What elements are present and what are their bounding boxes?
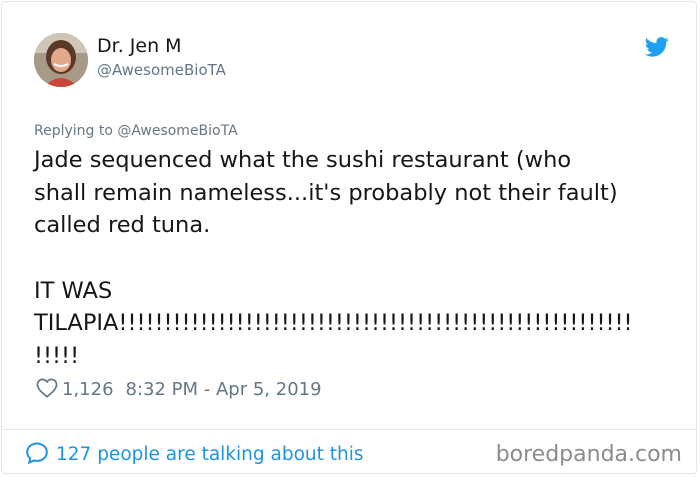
tweet-line: IT WAS [34,277,113,304]
tweet-line: !!!!! [34,343,80,370]
timestamp[interactable]: 8:32 PM - Apr 5, 2019 [126,379,322,400]
tweet-card: Dr. Jen M @AwesomeBioTA Replying to @Awe… [1,1,697,474]
avatar-photo [34,33,88,87]
watermark: boredpanda.com [495,442,682,467]
conversation-text: 127 people are talking about this [56,444,364,465]
conversation-link[interactable]: 127 people are talking about this [25,441,364,467]
tweet-text: Jade sequenced what the sushi restaurant… [34,144,674,373]
heart-icon[interactable] [36,378,58,398]
divider [2,429,696,430]
tweet-meta: 1,126 8:32 PM - Apr 5, 2019 [36,377,322,403]
speech-bubble-icon [26,442,48,465]
twitter-bird-icon[interactable] [645,37,669,57]
tweet-line: Jade sequenced what the sushi restaurant… [34,147,572,173]
tweet-line: shall remain nameless...it's probably no… [34,179,618,206]
display-name[interactable]: Dr. Jen M [97,35,182,57]
user-handle[interactable]: @AwesomeBioTA [97,61,226,79]
tweet-line [34,242,674,275]
like-count[interactable]: 1,126 [62,377,114,403]
avatar[interactable] [34,33,88,87]
tweet-line: called red tuna. [34,212,211,239]
tweet-line: TILAPIA!!!!!!!!!!!!!!!!!!!!!!!!!!!!!!!!!… [34,310,633,337]
replying-to[interactable]: Replying to @AwesomeBioTA [34,122,238,140]
